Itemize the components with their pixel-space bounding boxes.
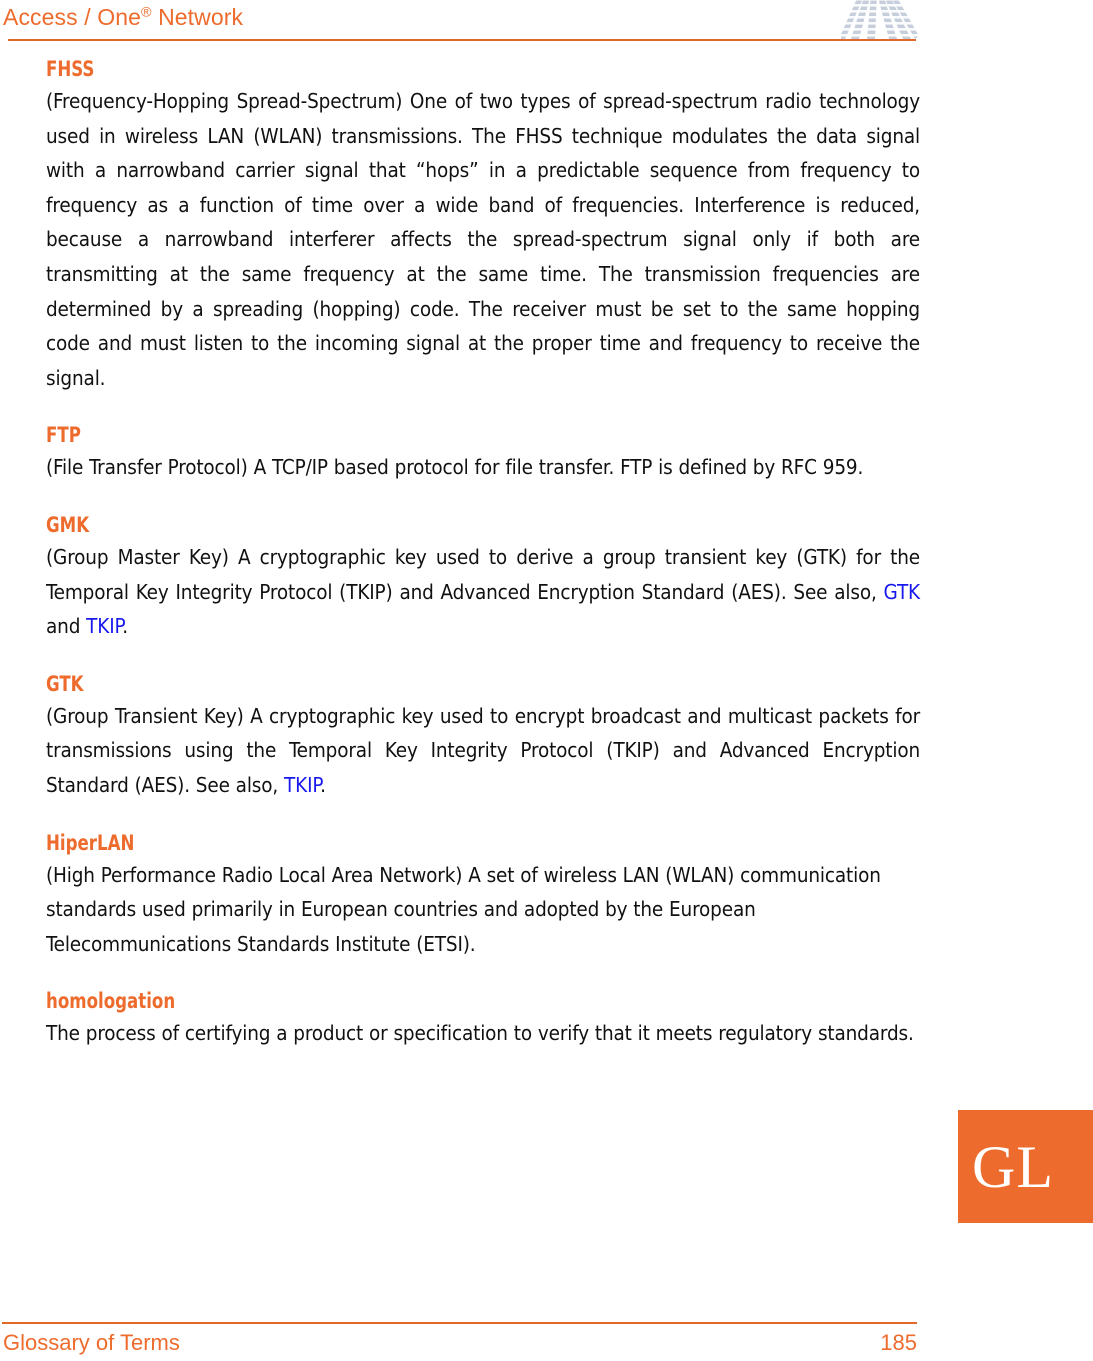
glossary-entry-gtk: GTK (Group Transient Key) A cryptographi…: [46, 670, 920, 803]
glossary-definition-hiperlan: (High Performance Radio Local Area Netwo…: [46, 862, 881, 956]
document-page: Access / One® Network FHSS (Frequency-Ho…: [0, 0, 1093, 1361]
gmk-definition-text-3: .: [122, 614, 129, 639]
cross-reference-link-tkip[interactable]: TKIP: [284, 773, 320, 797]
glossary-term-gtk: GTK: [46, 671, 84, 696]
glossary-definition-fhss: (Frequency-Hopping Spread-Spectrum) One …: [46, 89, 920, 390]
running-head: Access / One® Network: [3, 4, 703, 31]
glossary-content: FHSS (Frequency-Hopping Spread-Spectrum)…: [46, 55, 920, 1055]
glossary-entry-gmk: GMK (Group Master Key) A cryptographic k…: [46, 511, 920, 644]
running-head-suffix: Network: [151, 4, 244, 30]
glossary-term-gmk: GMK: [46, 512, 90, 537]
glossary-entry-fhss: FHSS (Frequency-Hopping Spread-Spectrum)…: [46, 55, 920, 395]
thumb-tab-glossary[interactable]: GL: [958, 1110, 1093, 1223]
entry-spacer: [46, 399, 920, 421]
cross-reference-link-gtk[interactable]: GTK: [884, 580, 921, 604]
glossary-term-ftp: FTP: [46, 423, 81, 448]
glossary-definition-gtk: (Group Transient Key) A cryptographic ke…: [46, 699, 920, 803]
glossary-entry-ftp: FTP (File Transfer Protocol) A TCP/IP ba…: [46, 421, 920, 485]
gtk-definition-text-2: .: [320, 772, 326, 797]
glossary-term-homologation: homologation: [46, 989, 176, 1014]
glossary-term-fhss: FHSS: [46, 57, 95, 81]
running-head-prefix: Access / One: [3, 4, 141, 30]
fan-antenna-logo-icon: [841, 0, 919, 39]
cross-reference-link-tkip[interactable]: TKIP: [86, 614, 122, 638]
entry-spacer: [46, 489, 920, 511]
glossary-entry-hiperlan: HiperLAN (High Performance Radio Local A…: [46, 829, 920, 962]
glossary-definition-gmk: (Group Master Key) A cryptographic key u…: [46, 540, 920, 644]
entry-spacer: [46, 648, 920, 670]
glossary-definition-ftp: (File Transfer Protocol) A TCP/IP based …: [46, 455, 864, 480]
glossary-entry-homologation: homologation The process of certifying a…: [46, 987, 920, 1051]
gmk-definition-text-2: and: [46, 614, 87, 639]
footer-divider: [2, 1322, 917, 1324]
footer-page-number: 185: [880, 1330, 917, 1355]
registered-trademark-icon: ®: [140, 4, 152, 21]
gmk-definition-text-1: (Group Master Key) A cryptographic key u…: [46, 544, 920, 604]
glossary-definition-homologation: The process of certifying a product or s…: [46, 1021, 914, 1046]
footer-section-title: Glossary of Terms: [3, 1330, 180, 1355]
thumb-tab-label: GL: [972, 1133, 1054, 1200]
entry-spacer: [46, 807, 920, 829]
gtk-definition-text-1: (Group Transient Key) A cryptographic ke…: [46, 703, 920, 797]
glossary-term-hiperlan: HiperLAN: [46, 830, 135, 855]
header-divider: [8, 39, 916, 41]
entry-spacer: [46, 965, 920, 987]
